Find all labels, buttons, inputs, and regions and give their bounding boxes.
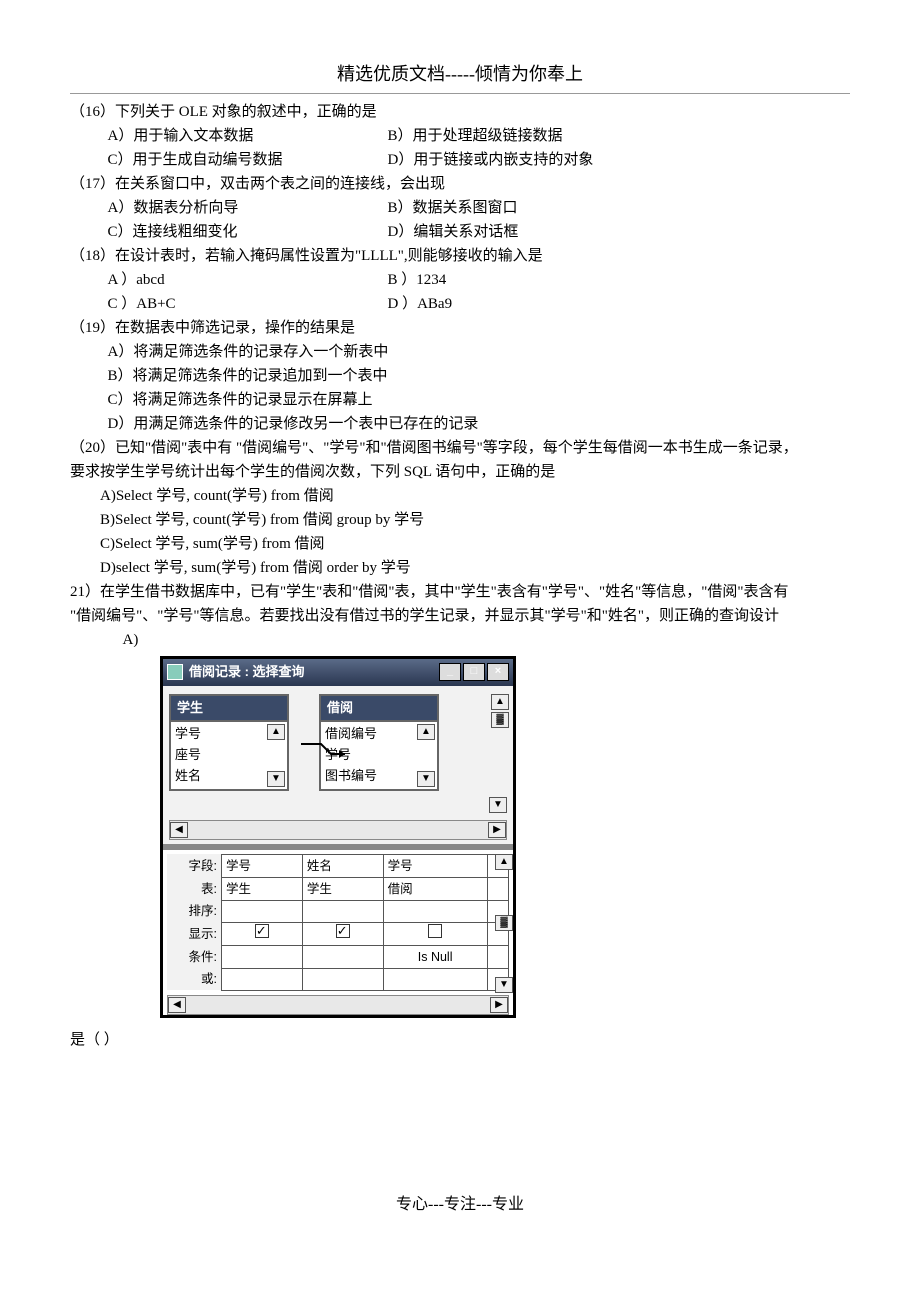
table-student-header: 学生 xyxy=(169,694,289,721)
q20-opt-d: D)select 学号, sum(学号) from 借阅 order by 学号 xyxy=(70,556,850,580)
field-student-id[interactable]: 学号 xyxy=(175,724,265,745)
scroll-down-icon[interactable]: ▼ xyxy=(489,797,507,813)
scroll-up-icon[interactable]: ▲ xyxy=(267,724,285,740)
q17-opt-d: D）编辑关系对话框 xyxy=(388,220,519,244)
cell-show-1[interactable] xyxy=(222,922,303,945)
cell-field-2[interactable]: 姓名 xyxy=(302,854,383,877)
q17-stem: （17）在关系窗口中，双击两个表之间的连接线，会出现 xyxy=(70,172,850,196)
scroll-down-icon[interactable]: ▼ xyxy=(495,977,513,993)
grid-h-scrollbar[interactable]: ◀ ▶ xyxy=(167,995,509,1015)
window-icon xyxy=(167,664,183,680)
row-label-show: 显示: xyxy=(167,922,222,945)
cell-table-1[interactable]: 学生 xyxy=(222,877,303,900)
q19-opt-b: B）将满足筛选条件的记录追加到一个表中 xyxy=(70,364,850,388)
row-label-sort: 排序: xyxy=(167,900,222,922)
cell-table-3[interactable]: 借阅 xyxy=(383,877,487,900)
minimize-button[interactable]: _ xyxy=(439,663,461,681)
cell-sort-2[interactable] xyxy=(302,900,383,922)
row-label-field: 字段: xyxy=(167,854,222,877)
scroll-down-icon[interactable]: ▼ xyxy=(267,771,285,787)
cell-field-1[interactable]: 学号 xyxy=(222,854,303,877)
close-button[interactable]: × xyxy=(487,663,509,681)
cell-show-3[interactable] xyxy=(383,922,487,945)
checkbox-icon[interactable] xyxy=(255,924,269,938)
row-label-table: 表: xyxy=(167,877,222,900)
q19-opt-a: A）将满足筛选条件的记录存入一个新表中 xyxy=(70,340,850,364)
maximize-button[interactable]: □ xyxy=(463,663,485,681)
cell-sort-3[interactable] xyxy=(383,900,487,922)
checkbox-icon[interactable] xyxy=(336,924,350,938)
q18-opt-b: B ）1234 xyxy=(388,268,447,292)
q16-opt-d: D）用于链接或内嵌支持的对象 xyxy=(388,148,594,172)
cell-or-2[interactable] xyxy=(302,968,383,990)
checkbox-icon[interactable] xyxy=(428,924,442,938)
q19-opt-d: D）用满足筛选条件的记录修改另一个表中已存在的记录 xyxy=(70,412,850,436)
q20-opt-c: C)Select 学号, sum(学号) from 借阅 xyxy=(70,532,850,556)
header-rule xyxy=(70,93,850,94)
cell-show-2[interactable] xyxy=(302,922,383,945)
q17-opt-b: B）数据关系图窗口 xyxy=(388,196,518,220)
q19-opt-c: C）将满足筛选条件的记录显示在屏幕上 xyxy=(70,388,850,412)
scroll-down-icon[interactable]: ▼ xyxy=(417,771,435,787)
q16-opt-b: B）用于处理超级链接数据 xyxy=(388,124,563,148)
q20-opt-a: A)Select 学号, count(学号) from 借阅 xyxy=(70,484,850,508)
window-titlebar[interactable]: 借阅记录 : 选择查询 _ □ × xyxy=(163,659,513,686)
query-design-window: 借阅记录 : 选择查询 _ □ × ▲ ▓ 学生 xyxy=(160,656,516,1018)
relation-arrow[interactable] xyxy=(301,742,353,762)
q21-stem2: "借阅编号"、"学号"等信息。若要找出没有借过书的学生记录，并显示其"学号"和"… xyxy=(70,604,850,628)
q18-opt-a: A ）abcd xyxy=(108,268,388,292)
q17-opt-a: A）数据表分析向导 xyxy=(108,196,388,220)
q20-opt-b: B)Select 学号, count(学号) from 借阅 group by … xyxy=(70,508,850,532)
field-book-id[interactable]: 图书编号 xyxy=(325,766,415,787)
q21-stem1: 21）在学生借书数据库中，已有"学生"表和"借阅"表，其中"学生"表含有"学号"… xyxy=(70,580,850,604)
q17-opt-c: C）连接线粗细变化 xyxy=(108,220,388,244)
q20-stem2: 要求按学生学号统计出每个学生的借阅次数，下列 SQL 语句中，正确的是 xyxy=(70,460,850,484)
q16-stem: （16）下列关于 OLE 对象的叙述中，正确的是 xyxy=(70,100,850,124)
cell-criteria-3[interactable]: Is Null xyxy=(383,945,487,968)
page-footer: 专心---专注---专业 xyxy=(70,1192,850,1218)
q21-trail: 是（ ） xyxy=(70,1028,850,1052)
q19-stem: （19）在数据表中筛选记录，操作的结果是 xyxy=(70,316,850,340)
q20-stem1: （20）已知"借阅"表中有 "借阅编号"、"学号"和"借阅图书编号"等字段，每个… xyxy=(70,436,850,460)
scroll-right-icon[interactable]: ▶ xyxy=(488,822,506,838)
row-label-or: 或: xyxy=(167,968,222,990)
field-seat-no[interactable]: 座号 xyxy=(175,745,265,766)
q16-opt-c: C）用于生成自动编号数据 xyxy=(108,148,388,172)
cell-or-1[interactable] xyxy=(222,968,303,990)
q18-opt-d: D ）ABa9 xyxy=(388,292,453,316)
cell-sort-1[interactable] xyxy=(222,900,303,922)
h-scrollbar[interactable]: ◀ ▶ xyxy=(169,820,507,840)
q16-opt-a: A）用于输入文本数据 xyxy=(108,124,388,148)
q18-opt-c: C ）AB+C xyxy=(108,292,388,316)
scroll-track[interactable]: ▓ xyxy=(495,915,513,931)
scroll-left-icon[interactable]: ◀ xyxy=(168,997,186,1013)
cell-criteria-1[interactable] xyxy=(222,945,303,968)
cell-criteria-2[interactable] xyxy=(302,945,383,968)
qbe-grid[interactable]: 字段: 学号 姓名 学号 表: 学生 学生 借阅 排序: xyxy=(167,854,509,991)
table-student[interactable]: 学生 学号 座号 姓名 ▲ ▼ xyxy=(169,694,289,791)
scroll-right-icon[interactable]: ▶ xyxy=(490,997,508,1013)
scroll-up-icon[interactable]: ▲ xyxy=(417,724,435,740)
cell-table-2[interactable]: 学生 xyxy=(302,877,383,900)
cell-field-3[interactable]: 学号 xyxy=(383,854,487,877)
q18-stem: （18）在设计表时，若输入掩码属性设置为"LLLL",则能够接收的输入是 xyxy=(70,244,850,268)
field-name[interactable]: 姓名 xyxy=(175,766,265,787)
window-title: 借阅记录 : 选择查询 xyxy=(189,662,305,683)
cell-or-3[interactable] xyxy=(383,968,487,990)
scroll-left-icon[interactable]: ◀ xyxy=(170,822,188,838)
page-header: 精选优质文档-----倾情为你奉上 xyxy=(70,60,850,89)
row-label-criteria: 条件: xyxy=(167,945,222,968)
scroll-up-icon[interactable]: ▲ xyxy=(495,854,513,870)
q21-opt-a: A) xyxy=(70,628,850,652)
table-borrow-header: 借阅 xyxy=(319,694,439,721)
